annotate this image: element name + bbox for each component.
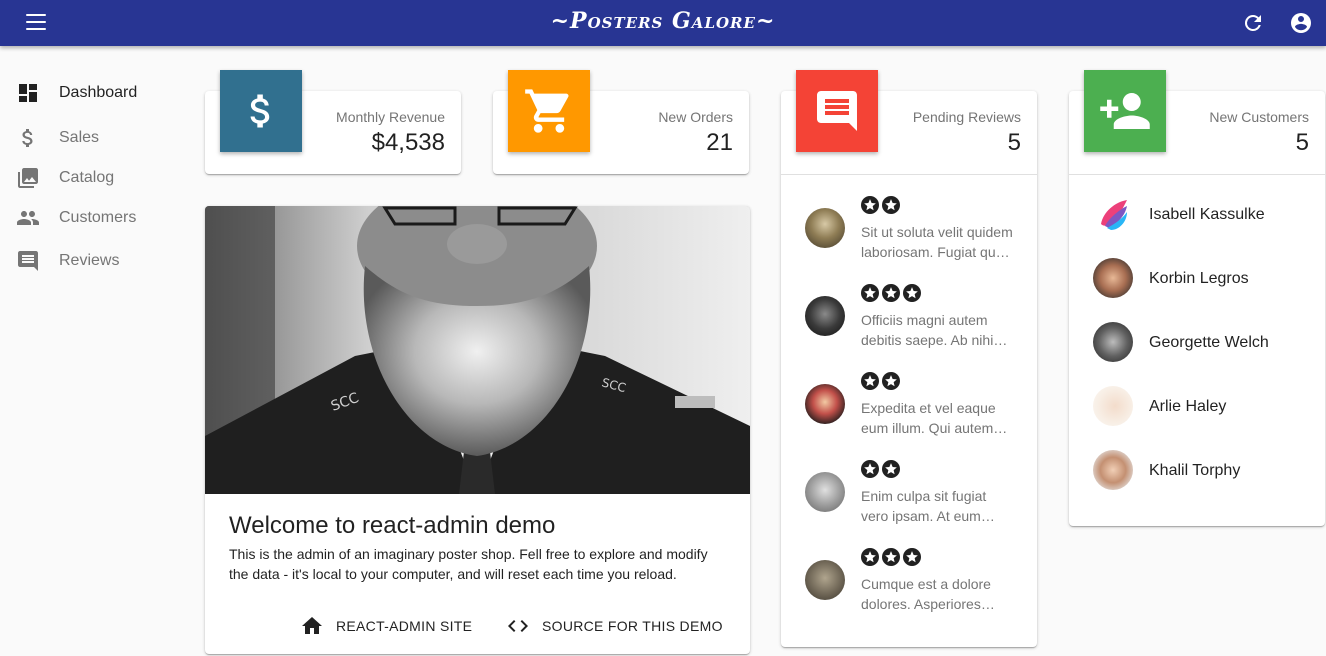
sidebar-item-label: Dashboard [59,84,138,101]
customer-item[interactable]: Korbin Legros [1069,246,1325,310]
avatar [805,296,845,336]
review-item[interactable]: Expedita et vel eaque eum illum. Qui aut… [781,372,1037,460]
pending-reviews-card: Pending Reviews 5 Sit ut soluta velit qu… [781,91,1037,647]
sidebar-item-label: Reviews [59,252,120,269]
app-title: ~Posters Galore~ [550,8,776,34]
rating [861,460,903,478]
avatar [805,472,845,512]
link-label: REACT-ADMIN SITE [336,618,473,634]
stat-label: Pending Reviews [912,109,1021,125]
rating [861,372,903,390]
stat-label: Monthly Revenue [336,109,445,125]
customer-item[interactable]: Georgette Welch [1069,310,1325,374]
avatar [1093,258,1133,298]
stat-value: 21 [706,129,733,156]
sidebar-item-customers[interactable]: Customers [0,200,190,236]
stat-label: New Customers [1209,109,1309,125]
customer-item[interactable]: Isabell Kassulke [1069,182,1325,246]
review-text: Sit ut soluta velit quidem laboriosam. F… [861,224,1013,260]
comment-icon [796,70,878,152]
stat-value: 5 [1295,129,1309,156]
star-icon [903,284,921,302]
people-icon [17,211,39,225]
source-for-demo-link[interactable]: SOURCE FOR THIS DEMO [506,614,723,638]
review-item[interactable]: Enim culpa sit fugiat vero ipsam. At eum… [781,460,1037,548]
collections-icon [18,168,38,188]
review-text: Officiis magni autem debitis saepe. Ab n… [861,312,1008,348]
stat-value: $4,538 [371,129,445,156]
home-icon [302,617,322,634]
sidebar-item-dashboard[interactable]: Dashboard [0,75,190,111]
dollar-icon [220,70,302,152]
star-icon [861,196,879,214]
star-icon [903,548,921,566]
review-text: Enim culpa sit fugiat vero ipsam. At eum… [861,488,995,524]
customer-name: Khalil Torphy [1149,462,1241,479]
star-icon [861,460,879,478]
review-text: Cumque est a dolore dolores. Asperiores… [861,576,995,612]
sidebar-item-label: Sales [59,129,100,146]
rating [861,196,903,214]
star-icon [882,372,900,390]
review-item[interactable]: Cumque est a dolore dolores. Asperiores… [781,548,1037,636]
avatar [1093,322,1133,362]
stat-label: New Orders [658,109,733,125]
account-icon[interactable] [1289,11,1313,35]
welcome-text: This is the admin of an imaginary poster… [229,546,708,582]
cart-icon [508,70,590,152]
sidebar-item-label: Customers [59,209,137,226]
avatar [805,560,845,600]
star-icon [882,284,900,302]
react-admin-site-link[interactable]: REACT-ADMIN SITE [300,614,472,638]
star-icon [882,196,900,214]
sidebar-item-label: Catalog [59,169,115,186]
link-label: SOURCE FOR THIS DEMO [542,618,723,634]
star-icon [861,284,879,302]
dollar-icon [22,129,33,147]
welcome-title: Welcome to react-admin demo [229,512,556,539]
review-item[interactable]: Officiis magni autem debitis saepe. Ab n… [781,284,1037,372]
welcome-image: SCC SCC [205,206,750,494]
star-icon [882,548,900,566]
code-icon [508,620,528,632]
app-bar: ~Posters Galore~ [0,0,1326,46]
refresh-icon[interactable] [1241,11,1265,35]
sidebar-item-reviews[interactable]: Reviews [0,243,190,279]
avatar [1093,194,1133,234]
star-icon [861,548,879,566]
customer-name: Arlie Haley [1149,398,1227,415]
avatar [1093,450,1133,490]
avatar [805,208,845,248]
divider [1069,174,1325,175]
person-add-icon [1084,70,1166,152]
star-icon [861,372,879,390]
comment-icon [18,251,38,271]
customer-name: Isabell Kassulke [1149,206,1265,223]
customer-item[interactable]: Khalil Torphy [1069,438,1325,502]
review-text: Expedita et vel eaque eum illum. Qui aut… [861,400,1008,436]
new-customers-card: New Customers 5 Isabell Kassulke Korbin … [1069,91,1325,526]
welcome-card: SCC SCC Welcome to react-admin demo This… [205,206,750,654]
stat-value: 5 [1007,129,1021,156]
star-icon [882,460,900,478]
review-item[interactable]: Sit ut soluta velit quidem laboriosam. F… [781,196,1037,284]
rating [861,548,924,566]
dashboard-icon [19,84,37,102]
sidebar-item-sales[interactable]: Sales [0,120,190,156]
divider [781,174,1037,175]
avatar [1093,386,1133,426]
customer-name: Georgette Welch [1149,334,1269,351]
customer-name: Korbin Legros [1149,270,1249,287]
sidebar-item-catalog[interactable]: Catalog [0,160,190,196]
avatar [805,384,845,424]
customer-item[interactable]: Arlie Haley [1069,374,1325,438]
rating [861,284,924,302]
